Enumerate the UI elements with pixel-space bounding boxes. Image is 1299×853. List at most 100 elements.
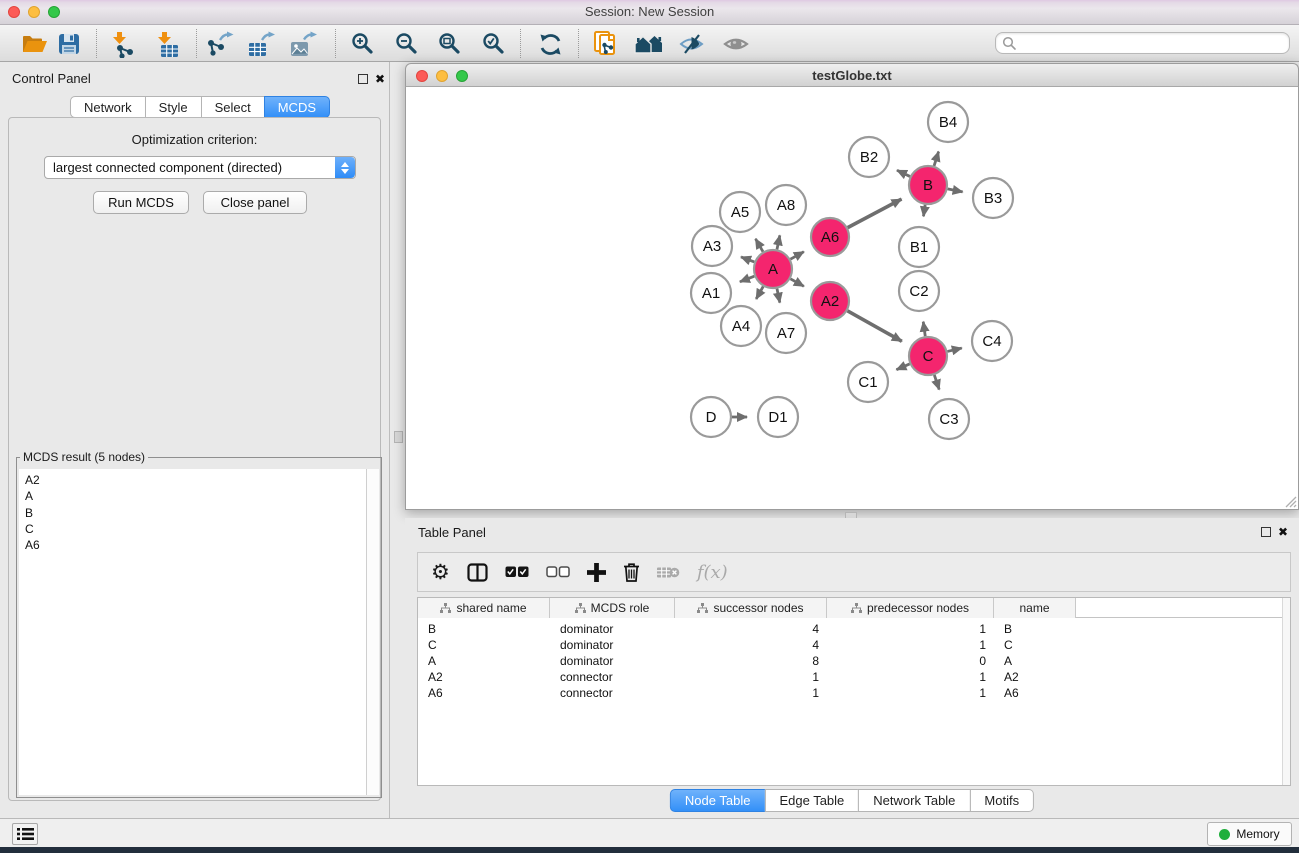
graph-edge-A-A2[interactable]: [790, 279, 803, 287]
cell-mcds-role: connector: [550, 669, 675, 685]
criterion-select[interactable]: largest connected component (directed): [44, 156, 356, 179]
close-panel-button[interactable]: Close panel: [203, 191, 307, 214]
cell-name: A2: [994, 669, 1076, 685]
column-header-shared-name[interactable]: shared name: [418, 598, 550, 618]
graph-node-label: D: [706, 409, 717, 426]
show-graphics-details-icon[interactable]: [721, 30, 751, 58]
graph-edge-B-B3[interactable]: [948, 189, 963, 192]
apply-layout-icon[interactable]: [535, 30, 565, 58]
tab-network-table[interactable]: Network Table: [858, 789, 970, 812]
hierarchy-icon: [575, 603, 586, 613]
network-canvas[interactable]: B4B2BB3A8A5A6A3B1AA1C2A2A4A7C4CC1C3DD1: [405, 87, 1299, 510]
mcds-result-item[interactable]: A2: [19, 472, 379, 488]
delete-table-icon[interactable]: [657, 565, 680, 580]
hide-graphics-details-icon[interactable]: [677, 30, 707, 58]
graph-edge-A-A1[interactable]: [740, 276, 754, 282]
graph-node-label: C: [923, 348, 934, 365]
graph-edge-A-A4[interactable]: [756, 286, 763, 299]
zoom-fit-icon[interactable]: [434, 30, 464, 58]
tab-style[interactable]: Style: [145, 96, 202, 118]
tab-node-table[interactable]: Node Table: [670, 789, 766, 812]
network-window-titlebar[interactable]: testGlobe.txt: [405, 63, 1299, 87]
tab-motifs[interactable]: Motifs: [969, 789, 1034, 812]
column-header-predecessor-nodes[interactable]: predecessor nodes: [827, 598, 994, 618]
table-row[interactable]: Adominator80A: [418, 653, 1290, 669]
table-scrollbar[interactable]: [1282, 598, 1290, 785]
task-history-button[interactable]: [12, 823, 38, 845]
graph-edge-A-A5[interactable]: [756, 239, 763, 252]
split-view-icon[interactable]: [467, 563, 488, 582]
float-table-panel-icon[interactable]: [1261, 527, 1271, 537]
graph-node-label: B2: [860, 149, 878, 166]
save-session-icon[interactable]: [54, 30, 84, 58]
add-column-icon[interactable]: [587, 563, 606, 582]
deselect-all-columns-icon[interactable]: [546, 566, 570, 578]
mcds-result-list: A2ABCA6: [19, 469, 379, 553]
graph-node-label: B4: [939, 114, 957, 131]
import-table-icon[interactable]: [153, 30, 183, 58]
open-file-icon[interactable]: [19, 30, 49, 58]
graph-edge-A6-B[interactable]: [848, 199, 902, 228]
close-table-panel-icon[interactable]: ✖: [1278, 526, 1288, 538]
graph-edge-B-B1[interactable]: [923, 205, 925, 217]
mcds-result-item[interactable]: B: [19, 505, 379, 521]
graph-node-label: A7: [777, 325, 795, 342]
column-header-mcds-role[interactable]: MCDS role: [550, 598, 675, 618]
float-panel-icon[interactable]: [358, 74, 368, 84]
cell-name: A: [994, 653, 1076, 669]
control-panel-title: Control Panel: [12, 71, 91, 86]
close-panel-icon[interactable]: ✖: [375, 73, 385, 85]
toolbar-separator: [335, 29, 336, 58]
column-header-name[interactable]: name: [994, 598, 1076, 618]
graph-edge-B-B2[interactable]: [897, 170, 910, 176]
export-network-icon[interactable]: [206, 30, 236, 58]
export-table-icon[interactable]: [247, 30, 277, 58]
graph-node-label: A6: [821, 229, 839, 246]
table-row[interactable]: A2connector11A2: [418, 669, 1290, 685]
mcds-result-item[interactable]: A6: [19, 537, 379, 553]
export-image-icon[interactable]: [289, 30, 319, 58]
memory-label: Memory: [1236, 827, 1279, 841]
graph-edge-C-C1[interactable]: [896, 364, 909, 370]
table-row[interactable]: A6connector11A6: [418, 685, 1290, 701]
graph-edge-B-B4[interactable]: [934, 152, 939, 166]
tab-select[interactable]: Select: [201, 96, 265, 118]
graph-edge-A-A7[interactable]: [777, 289, 780, 303]
mcds-result-item[interactable]: A: [19, 488, 379, 504]
graph-edge-C-C2[interactable]: [923, 322, 925, 336]
graph-edge-A-A3[interactable]: [741, 257, 754, 262]
delete-column-icon[interactable]: [623, 562, 640, 582]
graph-edge-A2-C[interactable]: [847, 311, 901, 342]
import-network-icon[interactable]: [108, 30, 138, 58]
tab-mcds[interactable]: MCDS: [264, 96, 330, 118]
apply-function-icon[interactable]: f(x): [697, 562, 728, 583]
tab-edge-table[interactable]: Edge Table: [764, 789, 859, 812]
graph-node-label: A5: [731, 204, 749, 221]
graph-edge-C-C4[interactable]: [947, 348, 961, 351]
network-from-selection-icon[interactable]: [592, 30, 622, 58]
table-row[interactable]: Cdominator41C: [418, 637, 1290, 653]
cell-shared-name: A6: [418, 685, 550, 701]
settings-gear-icon[interactable]: ⚙: [431, 562, 450, 583]
tab-network[interactable]: Network: [70, 96, 146, 118]
table-body: Bdominator41BCdominator41CAdominator80AA…: [418, 618, 1290, 701]
graph-edge-A-A8[interactable]: [777, 235, 780, 249]
run-mcds-button[interactable]: Run MCDS: [93, 191, 189, 214]
select-all-columns-icon[interactable]: [505, 566, 529, 578]
session-title: Session: New Session: [0, 4, 1299, 19]
memory-button[interactable]: Memory: [1207, 822, 1292, 846]
scrollbar[interactable]: [366, 469, 379, 795]
home-icon[interactable]: [632, 30, 666, 58]
mcds-result-item[interactable]: C: [19, 521, 379, 537]
zoom-out-icon[interactable]: [391, 30, 421, 58]
search-input[interactable]: [1017, 34, 1289, 52]
vertical-splitter-grip[interactable]: [394, 431, 403, 443]
zoom-in-icon[interactable]: [347, 30, 377, 58]
graph-edge-A-A6[interactable]: [790, 252, 803, 260]
graph-edge-C-C3[interactable]: [934, 375, 939, 390]
resize-grip-icon[interactable]: [1285, 496, 1297, 508]
column-header-successor-nodes[interactable]: successor nodes: [675, 598, 827, 618]
search-box[interactable]: [995, 32, 1290, 54]
table-row[interactable]: Bdominator41B: [418, 621, 1290, 637]
zoom-selected-icon[interactable]: [478, 30, 508, 58]
